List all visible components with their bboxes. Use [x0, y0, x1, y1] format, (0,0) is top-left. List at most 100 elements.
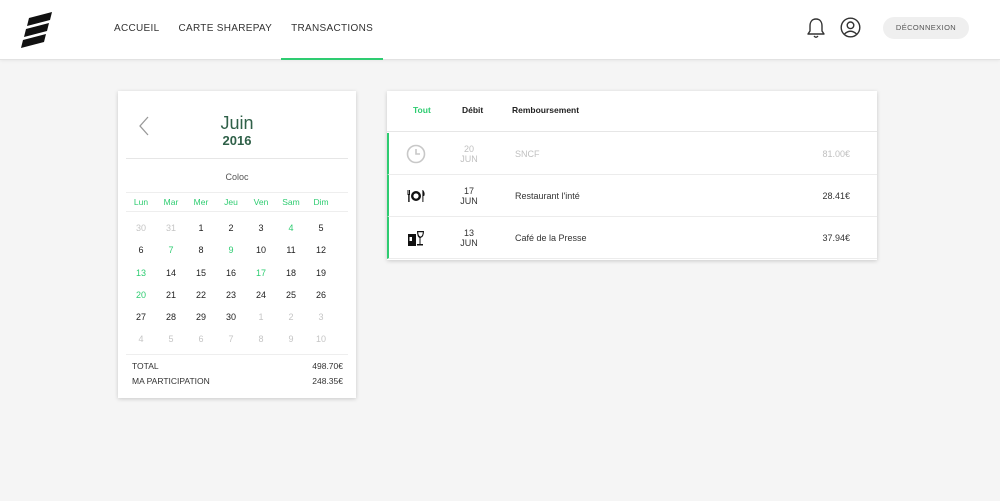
- nav-carte-sharepay[interactable]: CARTE SHAREPAY: [178, 0, 272, 60]
- calendar-day[interactable]: 10: [306, 328, 336, 350]
- tab-debit[interactable]: Débit: [462, 105, 483, 115]
- transaction-day: 13: [463, 228, 474, 238]
- calendar-week-row: 6 7 8 9 10 11 12: [126, 239, 356, 261]
- calendar-day[interactable]: 28: [156, 306, 186, 328]
- calendar-day[interactable]: 11: [276, 239, 306, 261]
- calendar-day[interactable]: 9: [216, 239, 246, 261]
- divider: [126, 211, 348, 212]
- weekday-label: Lun: [133, 197, 149, 207]
- tab-remboursement[interactable]: Remboursement: [512, 105, 579, 115]
- calendar-week-row: 20 21 22 23 24 25 26: [126, 284, 356, 306]
- calendar-month: Juin: [220, 113, 254, 133]
- calendar-day[interactable]: 17: [246, 262, 276, 284]
- calendar-day[interactable]: 20: [126, 284, 156, 306]
- calendar-day[interactable]: 2: [276, 306, 306, 328]
- calendar-day[interactable]: 4: [276, 217, 306, 239]
- calendar-day[interactable]: 13: [126, 262, 156, 284]
- tab-tout[interactable]: Tout: [413, 105, 431, 115]
- calendar-year: 2016: [222, 133, 252, 148]
- calendar-day[interactable]: 4: [126, 328, 156, 350]
- calendar-day[interactable]: 22: [186, 284, 216, 306]
- transactions-card: Tout Débit Remboursement 20 JUN SNCF 81.…: [387, 91, 877, 260]
- calendar-day[interactable]: 29: [186, 306, 216, 328]
- calendar-day[interactable]: 31: [156, 217, 186, 239]
- total-value: 498.70€: [312, 361, 343, 371]
- divider: [126, 192, 348, 193]
- calendar-day[interactable]: 23: [216, 284, 246, 306]
- transaction-amount: 28.41€: [822, 191, 850, 201]
- calendar-day[interactable]: 1: [186, 217, 216, 239]
- calendar-day[interactable]: 27: [126, 306, 156, 328]
- calendar-week-row: 4 5 6 7 8 9 10: [126, 328, 356, 350]
- clock-icon: [406, 144, 426, 164]
- weekday-header: Lun Mar Mer Jeu Ven Sam Dim: [126, 197, 356, 207]
- calendar-day[interactable]: 19: [306, 262, 336, 284]
- participation-row: MA PARTICIPATION 248.35€: [132, 376, 343, 386]
- user-icon[interactable]: [840, 17, 861, 38]
- calendar-group-name: Coloc: [225, 172, 249, 182]
- calendar-day[interactable]: 30: [126, 217, 156, 239]
- transaction-amount: 37.94€: [822, 233, 850, 243]
- transaction-row[interactable]: 13 JUN Café de la Presse 37.94€: [387, 217, 877, 259]
- transaction-row[interactable]: 17 JUN Restaurant l'inté 28.41€: [387, 175, 877, 217]
- calendar-day[interactable]: 6: [126, 239, 156, 261]
- weekday-label: Ven: [253, 197, 269, 207]
- weekday-label: Mar: [163, 197, 179, 207]
- divider: [126, 158, 348, 159]
- transaction-date: 20 JUN: [451, 144, 487, 164]
- calendar-card: Juin 2016 Coloc Lun Mar Mer Jeu Ven Sam Dim 30…: [118, 91, 356, 398]
- calendar-day[interactable]: 5: [306, 217, 336, 239]
- transaction-month: JUN: [460, 196, 478, 206]
- calendar-day[interactable]: 2: [216, 217, 246, 239]
- calendar-week-row: 30 31 1 2 3 4 5: [126, 217, 356, 239]
- calendar-day[interactable]: 26: [306, 284, 336, 306]
- calendar-day[interactable]: 3: [306, 306, 336, 328]
- calendar-day[interactable]: 5: [156, 328, 186, 350]
- bell-icon[interactable]: [806, 17, 826, 39]
- calendar-day[interactable]: 30: [216, 306, 246, 328]
- nav-accueil[interactable]: ACCUEIL: [114, 0, 159, 60]
- calendar-day[interactable]: 25: [276, 284, 306, 306]
- main-nav: ACCUEIL CARTE SHAREPAY TRANSACTIONS: [114, 0, 392, 60]
- transaction-row[interactable]: 20 JUN SNCF 81.00€: [387, 133, 877, 175]
- calendar-day[interactable]: 6: [186, 328, 216, 350]
- calendar-day[interactable]: 16: [216, 262, 246, 284]
- calendar-day[interactable]: 21: [156, 284, 186, 306]
- calendar-day[interactable]: 1: [246, 306, 276, 328]
- transaction-name: Café de la Presse: [515, 233, 587, 243]
- total-label: TOTAL: [132, 361, 159, 371]
- calendar-day[interactable]: 8: [246, 328, 276, 350]
- transaction-month: JUN: [460, 238, 478, 248]
- weekday-label: Dim: [313, 197, 329, 207]
- top-bar: ACCUEIL CARTE SHAREPAY TRANSACTIONS DÉCO…: [0, 0, 1000, 60]
- calendar-week-row: 27 28 29 30 1 2 3: [126, 306, 356, 328]
- calendar-day[interactable]: 7: [216, 328, 246, 350]
- transaction-date: 17 JUN: [451, 186, 487, 206]
- logout-button[interactable]: DÉCONNEXION: [883, 17, 969, 39]
- calendar-day[interactable]: 8: [186, 239, 216, 261]
- weekday-label: Sam: [282, 197, 300, 207]
- calendar-day[interactable]: 10: [246, 239, 276, 261]
- restaurant-icon: [407, 190, 425, 202]
- calendar-day[interactable]: 15: [186, 262, 216, 284]
- calendar-day[interactable]: 12: [306, 239, 336, 261]
- calendar-day[interactable]: 24: [246, 284, 276, 306]
- nav-transactions[interactable]: TRANSACTIONS: [281, 0, 384, 60]
- participation-label: MA PARTICIPATION: [132, 376, 210, 386]
- weekday-label: Mer: [193, 197, 209, 207]
- participation-value: 248.35€: [312, 376, 343, 386]
- calendar-day[interactable]: 3: [246, 217, 276, 239]
- transaction-day: 17: [463, 186, 474, 196]
- calendar-day[interactable]: 7: [156, 239, 186, 261]
- divider: [126, 354, 348, 355]
- transaction-name: Restaurant l'inté: [515, 191, 580, 201]
- sharepay-logo[interactable]: [20, 12, 54, 48]
- total-row: TOTAL 498.70€: [132, 361, 343, 371]
- calendar-day[interactable]: 9: [276, 328, 306, 350]
- calendar-day[interactable]: 18: [276, 262, 306, 284]
- calendar-week-row: 13 14 15 16 17 18 19: [126, 262, 356, 284]
- transaction-date: 13 JUN: [451, 228, 487, 248]
- bar-icon: [408, 231, 424, 246]
- calendar-grid: 30 31 1 2 3 4 5 6 7 8 9 10 11 12 13 14 15 16 17 18 19 20 21 22 2…: [126, 217, 356, 351]
- calendar-day[interactable]: 14: [156, 262, 186, 284]
